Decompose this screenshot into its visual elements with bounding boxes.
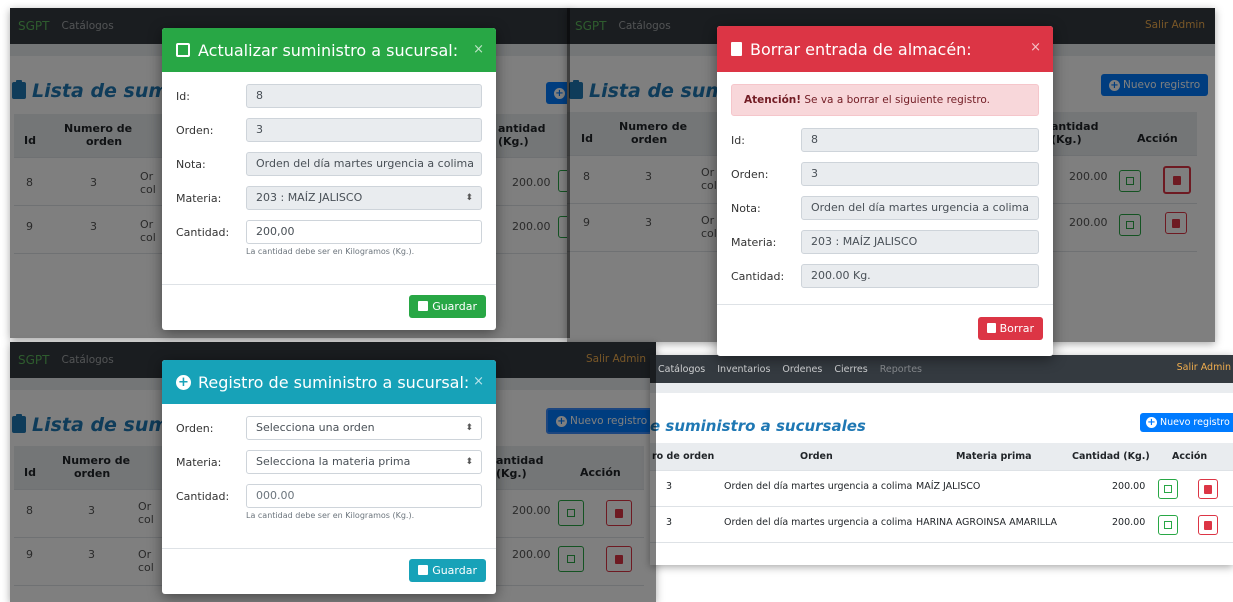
table-header: ro de orden Orden Materia prima Cantidad… [650,443,1233,471]
modal-footer: Guardar [162,548,496,594]
close-icon[interactable]: × [473,42,484,57]
close-icon[interactable]: × [473,374,484,389]
edit-modal: Actualizar suministro a sucursal: × Id: 8… [162,28,496,330]
new-record-modal: + Registro de suministro a sucursal: × O… [162,360,496,594]
material-select[interactable]: Selecciona la materia prima [246,450,482,474]
quantity-input[interactable]: 200,00 [246,220,482,244]
quantity-field: 200.00 Kg. [801,264,1039,288]
id-field: 8 [246,84,482,108]
page-title: e suministro a sucursales [650,417,866,435]
nav-cierres[interactable]: Cierres [834,364,867,375]
edit-button[interactable] [1158,479,1178,499]
table-row: 3 Orden del día martes urgencia a colima… [650,471,1233,507]
delete-button[interactable] [1198,479,1218,499]
new-modal-header: + Registro de suministro a sucursal: × [162,360,496,404]
nav-inventarios[interactable]: Inventarios [717,364,770,375]
save-icon [418,565,429,575]
table-row: 3 Orden del día martes urgencia a colima… [650,507,1233,543]
subbar [650,383,1233,393]
modal-footer: Borrar [717,304,1053,356]
quantity-help: La cantidad debe ser en Kilogramos (Kg.)… [246,511,415,520]
warning-alert: Atención! Se va a borrar el siguiente re… [731,84,1039,116]
logout-link[interactable]: Salir Admin [1177,362,1231,373]
edit-button[interactable] [1158,515,1178,535]
close-icon[interactable]: × [1030,40,1041,55]
quantity-input[interactable]: 000.00 [246,484,482,508]
navbar: Catálogos Inventarios Ordenes Cierres Re… [650,355,1233,383]
nav-reportes[interactable]: Reportes [880,364,922,375]
id-field: 8 [801,128,1039,152]
save-icon [418,301,429,311]
material-field: 203 : MAÍZ JALISCO [801,230,1039,254]
delete-button[interactable] [1198,515,1218,535]
delete-button[interactable]: Borrar [977,317,1043,340]
new-record-button[interactable]: +Nuevo registro [1140,413,1233,432]
modal-footer: Guardar [162,284,496,330]
edit-icon [176,43,190,57]
material-select[interactable]: 203 : MAÍZ JALISCO [246,186,482,210]
panel-list: Catálogos Inventarios Ordenes Cierres Re… [650,355,1233,565]
delete-modal: Borrar entrada de almacén: × Atención! S… [717,26,1053,356]
order-field: 3 [246,118,482,142]
trash-icon [731,42,742,56]
modal-title: Registro de suministro a sucursal: [198,372,470,392]
save-button[interactable]: Guardar [409,295,486,318]
modal-title: Borrar entrada de almacén: [750,39,972,59]
note-field: Orden del día martes urgencia a colima [246,152,482,176]
note-field: Orden del día martes urgencia a colima [801,196,1039,220]
nav-catalogos[interactable]: Catálogos [658,364,705,375]
modal-title: Actualizar suministro a sucursal: [198,40,459,60]
save-button[interactable]: Guardar [409,559,486,582]
order-field: 3 [801,162,1039,186]
order-select[interactable]: Selecciona una orden [246,416,482,440]
edit-modal-header: Actualizar suministro a sucursal: × [162,28,496,72]
trash-icon [986,323,996,333]
table: ro de orden Orden Materia prima Cantidad… [650,443,1233,553]
quantity-help: La cantidad debe ser en Kilogramos (Kg.)… [246,247,415,256]
nav-ordenes[interactable]: Ordenes [782,364,822,375]
plus-circle-icon: + [176,374,191,390]
delete-modal-header: Borrar entrada de almacén: × [717,26,1053,72]
